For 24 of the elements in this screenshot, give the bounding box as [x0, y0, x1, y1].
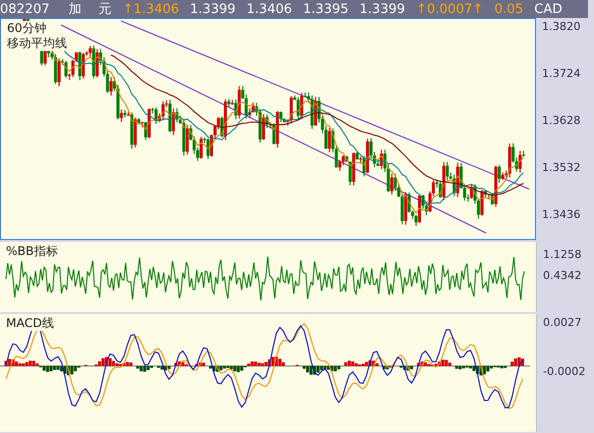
quote-field: 1.3395	[303, 2, 349, 16]
quote-field: CAD	[534, 2, 562, 16]
axis-label: 1.3820	[542, 20, 582, 33]
panel-title: MACD线	[6, 316, 54, 331]
panel-title: 移动平均线	[7, 36, 67, 51]
axis-label: -0.0002	[543, 365, 586, 378]
axis-label: 0.4342	[543, 269, 582, 282]
axis-label: 1.3724	[542, 67, 582, 80]
quote-field: 1.3406	[246, 2, 292, 16]
quote-field: ↑0.0007↑	[416, 2, 484, 16]
axis-label: 0.0027	[543, 316, 582, 329]
axis-label: 1.1258	[543, 248, 582, 261]
axis-label: 1.3436	[542, 208, 582, 221]
quote-field: 元	[98, 0, 112, 18]
axis-label: 1.3532	[542, 161, 582, 174]
axis-label: 1.3628	[542, 114, 582, 127]
panel-title: %BB指标	[6, 244, 58, 259]
quote-field: 0.05	[494, 2, 524, 16]
quote-field: 082207	[0, 2, 50, 16]
quote-field: 1.3399	[360, 2, 406, 16]
quote-field: 1.3399	[190, 2, 236, 16]
quote-field: 加	[68, 0, 82, 18]
quote-field: ↑1.3406	[122, 2, 180, 16]
panel-title: 60分钟	[7, 21, 46, 36]
